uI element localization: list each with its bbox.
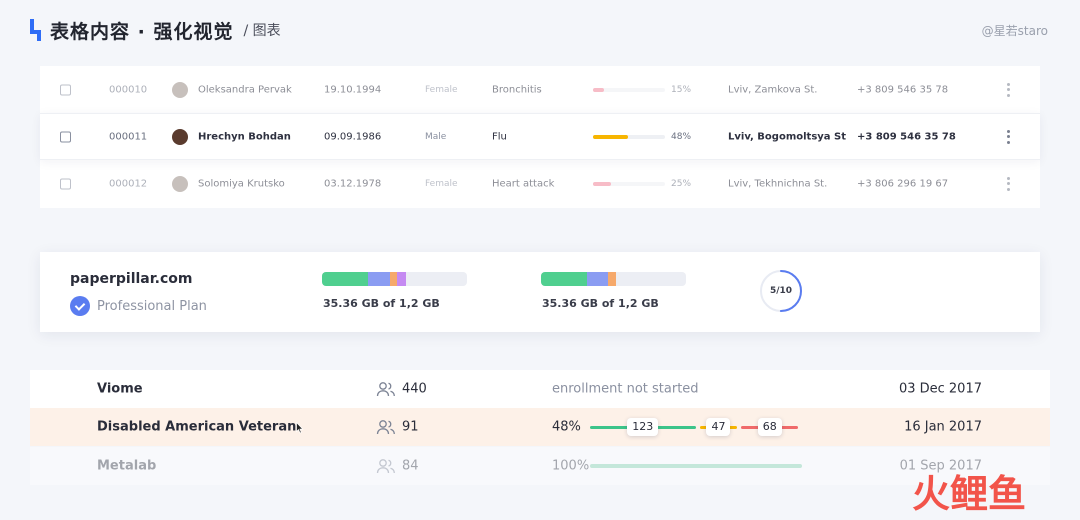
progress-bar	[593, 134, 665, 139]
more-options-icon[interactable]	[1002, 176, 1014, 192]
progress-fill	[593, 181, 611, 186]
users-icon	[376, 420, 395, 435]
enrollment-percent: 48%	[552, 419, 581, 435]
patient-id: 000012	[109, 178, 148, 189]
table-row[interactable]: 000011 Hrechyn Bohdan 09.09.1986 Male Fl…	[40, 113, 1040, 160]
progress-percent: 25%	[671, 178, 692, 189]
table-row[interactable]: 000010 Oleksandra Pervak 19.10.1994 Fema…	[40, 66, 1040, 113]
storage-segment	[541, 272, 588, 286]
phone-number: +3 806 296 19 67	[857, 178, 949, 189]
enrollment-list: Viome 440 enrollment not started 03 Dec …	[30, 370, 1050, 485]
diagnosis: Flu	[492, 131, 507, 142]
patient-id: 000011	[109, 131, 148, 142]
page-title: 表格内容 · 强化视觉	[50, 20, 234, 43]
table-row[interactable]: 000012 Solomiya Krutsko 03.12.1978 Femal…	[40, 160, 1040, 207]
more-options-icon[interactable]	[1002, 82, 1014, 98]
verified-badge-icon	[70, 296, 90, 316]
member-count: 84	[402, 458, 419, 474]
progress-percent: 48%	[671, 131, 692, 142]
enrollment-date: 16 Jan 2017	[904, 419, 982, 435]
enrollment-status: enrollment not started	[552, 381, 699, 397]
storage-segment	[368, 272, 391, 286]
logo-char: 鱼	[988, 472, 1027, 516]
enrollment-percent: 100%	[552, 458, 590, 474]
segmented-progress: 123 47 68	[590, 416, 802, 438]
patient-name[interactable]: Solomiya Krutsko	[198, 178, 285, 189]
storage-bar	[322, 272, 467, 286]
users-icon	[376, 459, 395, 474]
patient-name[interactable]: Oleksandra Pervak	[198, 84, 292, 95]
diagnosis: Bronchitis	[492, 84, 542, 95]
storage-usage-label: 35.36 GB of 1,2 GB	[323, 297, 440, 310]
patient-table: 000010 Oleksandra Pervak 19.10.1994 Fema…	[40, 66, 1040, 208]
address: Lviv, Tekhnichna St.	[728, 178, 828, 189]
complete-progress-bar	[590, 464, 802, 468]
progress-bar	[593, 87, 665, 92]
users-icon	[376, 382, 395, 397]
phone-number: +3 809 546 35 78	[857, 131, 956, 142]
segment-count-badge: 47	[706, 418, 731, 436]
row-checkbox[interactable]	[60, 84, 71, 95]
diagnosis: Heart attack	[492, 178, 555, 189]
gender: Female	[425, 178, 458, 189]
mouse-cursor-icon	[296, 422, 304, 434]
page-subtitle: / 图表	[243, 23, 281, 39]
birth-date: 03.12.1978	[324, 178, 382, 189]
logo-char: 鲤	[950, 472, 989, 516]
page-header: 表格内容 · 强化视觉 / 图表	[30, 16, 281, 44]
list-item[interactable]: Viome 440 enrollment not started 03 Dec …	[30, 370, 1050, 408]
birth-date: 09.09.1986	[324, 131, 382, 142]
progress-percent: 15%	[671, 84, 692, 95]
storage-segment	[397, 272, 407, 286]
organization-name[interactable]: Disabled American Veteran	[97, 420, 296, 435]
storage-segment	[607, 272, 617, 286]
storage-usage-label: 35.36 GB of 1,2 GB	[542, 297, 659, 310]
address: Lviv, Zamkova St.	[728, 84, 818, 95]
member-count: 91	[402, 419, 419, 435]
segment-count-badge: 123	[627, 418, 659, 436]
progress-fill	[593, 134, 628, 139]
progress-fill	[593, 87, 604, 92]
address: Lviv, Bogomoltsya St	[728, 131, 847, 142]
more-options-icon[interactable]	[1002, 129, 1014, 145]
brand-logo: 火 鲤 鱼	[912, 472, 1026, 516]
birth-date: 19.10.1994	[324, 84, 382, 95]
organization-name[interactable]: Viome	[97, 382, 143, 397]
gender: Female	[425, 84, 458, 95]
progress-bar	[593, 181, 665, 186]
row-checkbox[interactable]	[60, 178, 71, 189]
list-item[interactable]: Metalab 84 100% 01 Sep 2017	[30, 447, 1050, 485]
progress-ring-label: 5/10	[769, 286, 793, 296]
patient-id: 000010	[109, 84, 148, 95]
storage-segment	[322, 272, 369, 286]
avatar	[172, 175, 188, 192]
site-name[interactable]: paperpillar.com	[70, 271, 193, 287]
list-item[interactable]: Disabled American Veteran 91 48% 123 47 68…	[30, 408, 1050, 446]
enrollment-date: 03 Dec 2017	[898, 381, 982, 397]
author-watermark: @星若staro	[981, 24, 1048, 38]
storage-card: paperpillar.com Professional Plan 35.36 …	[40, 252, 1040, 332]
plan-info: Professional Plan	[70, 296, 207, 316]
logo-char: 火	[912, 472, 951, 516]
organization-name[interactable]: Metalab	[97, 459, 156, 474]
storage-segment	[587, 272, 608, 286]
gender: Male	[425, 131, 447, 142]
avatar	[172, 81, 188, 98]
segment-count-badge: 68	[757, 418, 782, 436]
brand-mark-icon	[30, 19, 42, 41]
storage-segment	[390, 272, 398, 286]
row-checkbox[interactable]	[60, 131, 71, 142]
storage-bar	[541, 272, 686, 286]
plan-label: Professional Plan	[97, 298, 207, 314]
member-count: 440	[402, 381, 427, 397]
patient-name[interactable]: Hrechyn Bohdan	[198, 131, 291, 142]
avatar	[172, 128, 188, 145]
phone-number: +3 809 546 35 78	[857, 84, 949, 95]
